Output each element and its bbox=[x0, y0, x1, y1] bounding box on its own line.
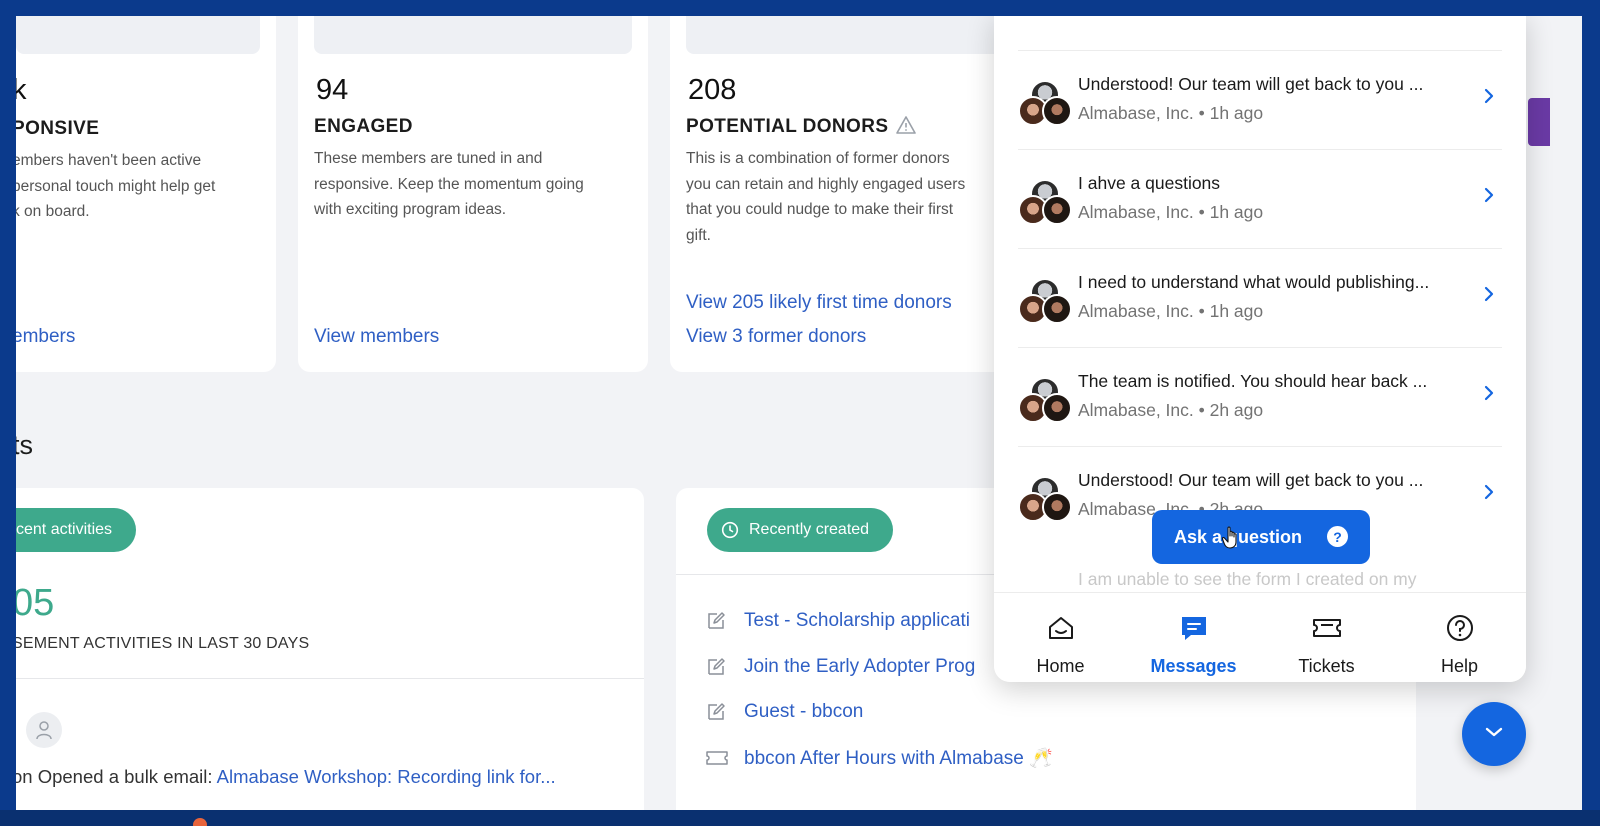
tab-messages[interactable]: Messages bbox=[1127, 593, 1260, 682]
recently-created-pill[interactable]: Recently created bbox=[707, 508, 893, 552]
segment-title: POTENTIAL DONORS bbox=[686, 116, 917, 140]
tickets-icon bbox=[1311, 613, 1343, 648]
view-former-donors-link[interactable]: View 3 former donors bbox=[686, 326, 866, 348]
close-messenger-button[interactable] bbox=[1462, 702, 1526, 766]
segment-count: k bbox=[16, 74, 27, 106]
conversation-item[interactable]: I ahve a questions Almabase, Inc. • 1h a… bbox=[994, 149, 1526, 247]
conversation-preview-faded: I am unable to see the form I created on… bbox=[1078, 569, 1417, 589]
app-screen: k PONSIVE embers haven't been active per… bbox=[16, 16, 1582, 810]
team-avatars bbox=[1018, 179, 1072, 225]
messages-icon bbox=[1179, 613, 1209, 648]
progress-marker bbox=[193, 818, 207, 826]
recent-item[interactable]: Guest - bbcon bbox=[706, 701, 863, 723]
edit-icon bbox=[706, 610, 728, 632]
user-avatar bbox=[26, 712, 62, 748]
conversation-item[interactable]: The team is notified. You should hear ba… bbox=[994, 347, 1526, 445]
recent-item[interactable]: Join the Early Adopter Prog bbox=[706, 656, 975, 678]
chevron-down-icon bbox=[1483, 725, 1505, 744]
conversation-meta: Almabase, Inc. • 1h ago bbox=[1078, 301, 1264, 321]
chevron-right-icon bbox=[1484, 88, 1494, 109]
segment-title: ENGAGED bbox=[314, 116, 413, 137]
conversation-meta: Almabase, Inc. • 1h ago bbox=[1078, 103, 1264, 123]
team-avatars bbox=[1018, 278, 1072, 324]
conversation-preview: I need to understand what would publishi… bbox=[1078, 272, 1430, 292]
chevron-right-icon bbox=[1484, 385, 1494, 406]
section-title: ts bbox=[16, 430, 34, 460]
view-members-link[interactable]: embers bbox=[16, 326, 75, 348]
divider bbox=[16, 678, 644, 679]
home-icon bbox=[1046, 613, 1076, 648]
activities-count: 05 bbox=[16, 582, 55, 624]
conversation-preview: I ahve a questions bbox=[1078, 173, 1221, 193]
video-bottom-bar bbox=[0, 810, 1600, 826]
edit-icon bbox=[706, 701, 728, 723]
ask-question-button[interactable]: Ask a question ? bbox=[1152, 510, 1370, 564]
question-icon: ? bbox=[1327, 526, 1348, 547]
view-members-link[interactable]: View members bbox=[314, 326, 439, 348]
warning-icon bbox=[896, 116, 917, 140]
side-tab[interactable] bbox=[1528, 98, 1550, 146]
activity-row: on Opened a bulk email: Almabase Worksho… bbox=[16, 766, 556, 787]
ticket-icon bbox=[706, 747, 728, 769]
tab-tickets[interactable]: Tickets bbox=[1260, 593, 1393, 682]
team-avatars bbox=[1018, 80, 1072, 126]
segment-description: This is a combination of former donors y… bbox=[686, 150, 966, 244]
clock-icon bbox=[721, 521, 739, 539]
segment-description: These members are tuned in and responsiv… bbox=[314, 150, 584, 218]
segment-count: 94 bbox=[316, 74, 349, 106]
tab-home[interactable]: Home bbox=[994, 593, 1127, 682]
messenger-widget: Understood! Our team will get back to yo… bbox=[994, 16, 1526, 682]
activity-email-link[interactable]: Almabase Workshop: Recording link for... bbox=[217, 766, 556, 787]
recent-item[interactable]: Test - Scholarship applicati bbox=[706, 610, 970, 632]
chevron-right-icon bbox=[1484, 286, 1494, 307]
conversation-preview: Understood! Our team will get back to yo… bbox=[1078, 470, 1424, 490]
segment-count: 208 bbox=[688, 74, 737, 106]
segment-title: PONSIVE bbox=[16, 118, 100, 139]
team-avatars bbox=[1018, 476, 1072, 522]
chevron-right-icon bbox=[1484, 187, 1494, 208]
view-first-time-donors-link[interactable]: View 205 likely first time donors bbox=[686, 292, 952, 314]
conversation-meta: Almabase, Inc. • 1h ago bbox=[1078, 202, 1264, 222]
widget-tab-bar: Home Messages Tickets Help bbox=[994, 592, 1526, 682]
team-avatars bbox=[1018, 377, 1072, 423]
tab-help[interactable]: Help bbox=[1393, 593, 1526, 682]
hand-cursor-icon bbox=[1221, 526, 1240, 555]
segment-description: embers haven't been active personal touc… bbox=[16, 152, 216, 220]
activities-caption: SEMENT ACTIVITIES IN LAST 30 DAYS bbox=[16, 635, 310, 652]
conversation-item[interactable]: I need to understand what would publishi… bbox=[994, 248, 1526, 346]
edit-icon bbox=[706, 656, 728, 678]
card-illustration bbox=[314, 16, 632, 54]
chevron-right-icon bbox=[1484, 484, 1494, 505]
conversation-item[interactable]: Understood! Our team will get back to yo… bbox=[994, 50, 1526, 148]
conversation-preview: Understood! Our team will get back to yo… bbox=[1078, 74, 1424, 94]
card-illustration bbox=[686, 16, 1010, 54]
recent-activities-pill[interactable]: cent activities bbox=[16, 508, 136, 552]
conversation-meta: Almabase, Inc. • 2h ago bbox=[1078, 400, 1264, 420]
card-illustration bbox=[16, 16, 260, 54]
conversation-preview: The team is notified. You should hear ba… bbox=[1078, 371, 1428, 391]
recent-item[interactable]: bbcon After Hours with Almabase 🥂 bbox=[706, 746, 1053, 770]
help-icon bbox=[1445, 613, 1475, 648]
